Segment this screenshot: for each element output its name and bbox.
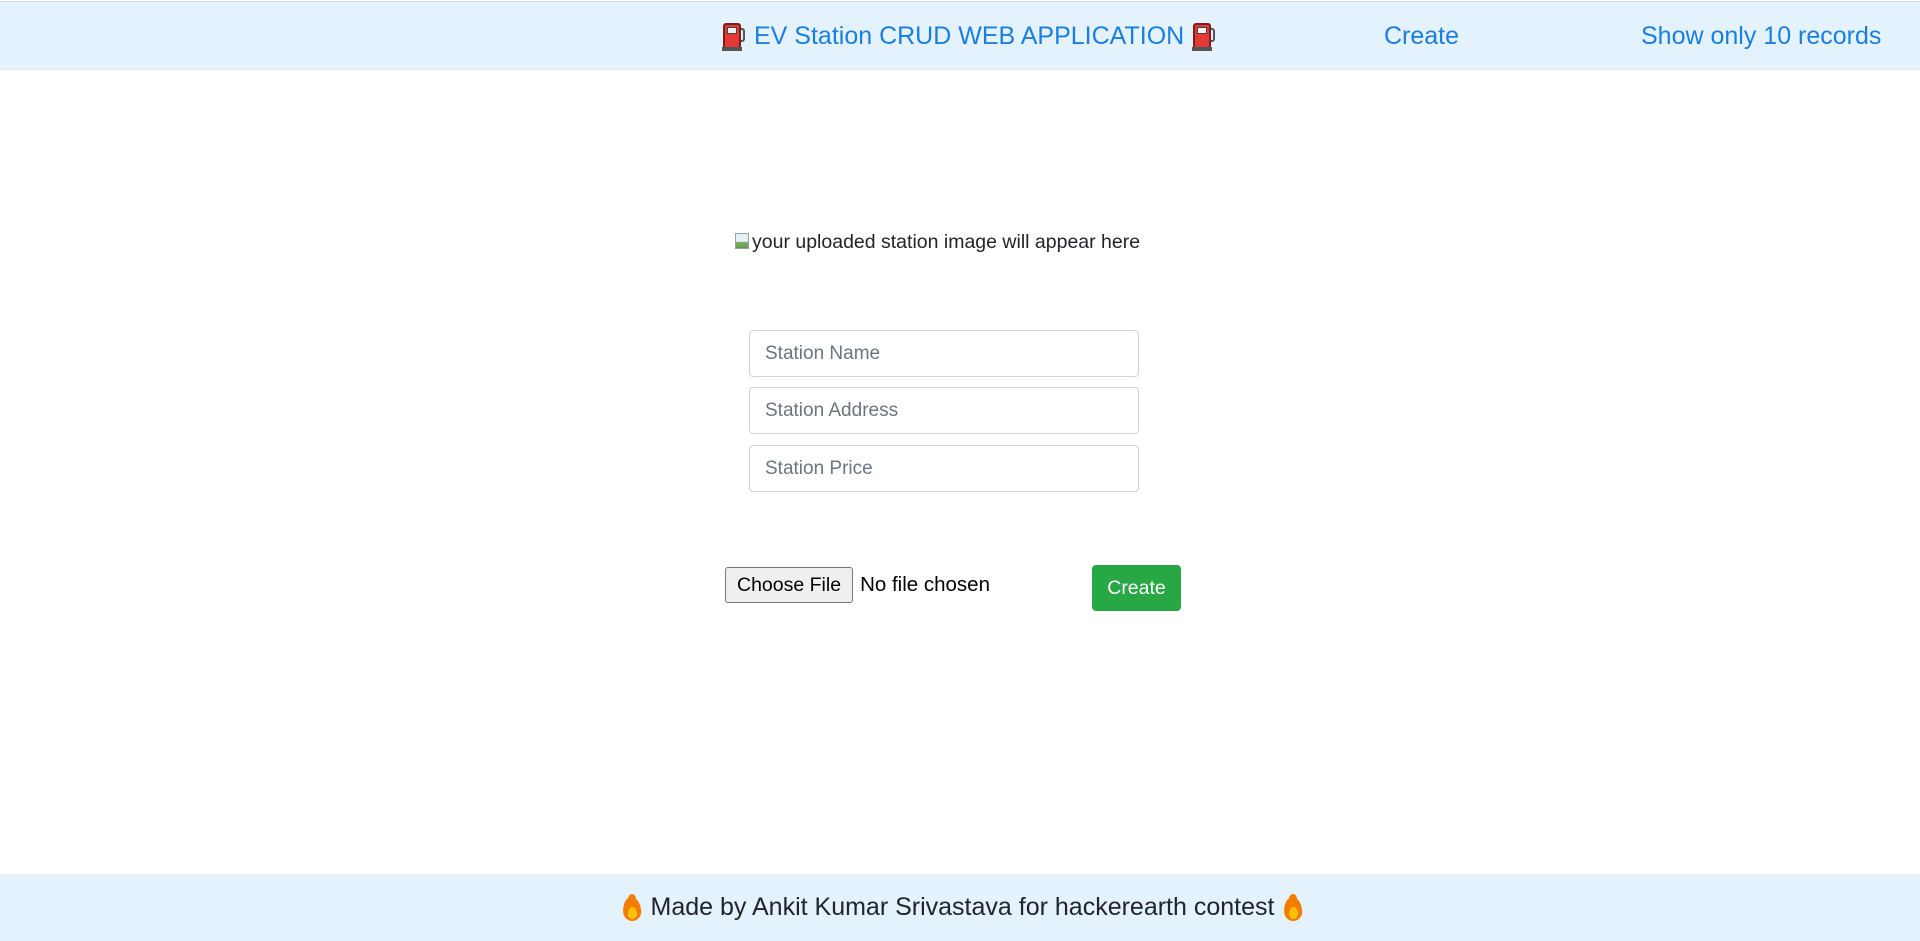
fire-icon	[1282, 893, 1304, 922]
fuel-pump-icon	[722, 21, 746, 51]
file-upload-control: Choose File No file chosen	[725, 567, 990, 603]
station-image-preview: your uploaded station image will appear …	[735, 229, 1140, 255]
station-address-input[interactable]	[749, 387, 1139, 434]
brand-link[interactable]: EV Station CRUD WEB APPLICATION	[722, 19, 1216, 53]
top-navbar: EV Station CRUD WEB APPLICATION Create S…	[0, 1, 1920, 70]
nav-create-link[interactable]: Create	[1384, 22, 1459, 51]
station-image-alt-text: your uploaded station image will appear …	[752, 230, 1141, 253]
create-button[interactable]: Create	[1092, 565, 1181, 611]
broken-image-icon	[735, 233, 751, 251]
footer-credit: Made by Ankit Kumar Srivastava for hacke…	[621, 893, 1305, 922]
nav-show-records-link[interactable]: Show only 10 records	[1641, 22, 1881, 51]
fire-icon	[621, 893, 643, 922]
station-name-input[interactable]	[749, 330, 1139, 377]
choose-file-button[interactable]: Choose File	[725, 567, 854, 603]
brand-title: EV Station CRUD WEB APPLICATION	[754, 21, 1185, 50]
file-status-text: No file chosen	[860, 573, 990, 596]
fuel-pump-icon	[1192, 21, 1216, 51]
footer: Made by Ankit Kumar Srivastava for hacke…	[0, 874, 1920, 941]
station-price-input[interactable]	[749, 445, 1139, 492]
footer-text: Made by Ankit Kumar Srivastava for hacke…	[650, 893, 1275, 921]
